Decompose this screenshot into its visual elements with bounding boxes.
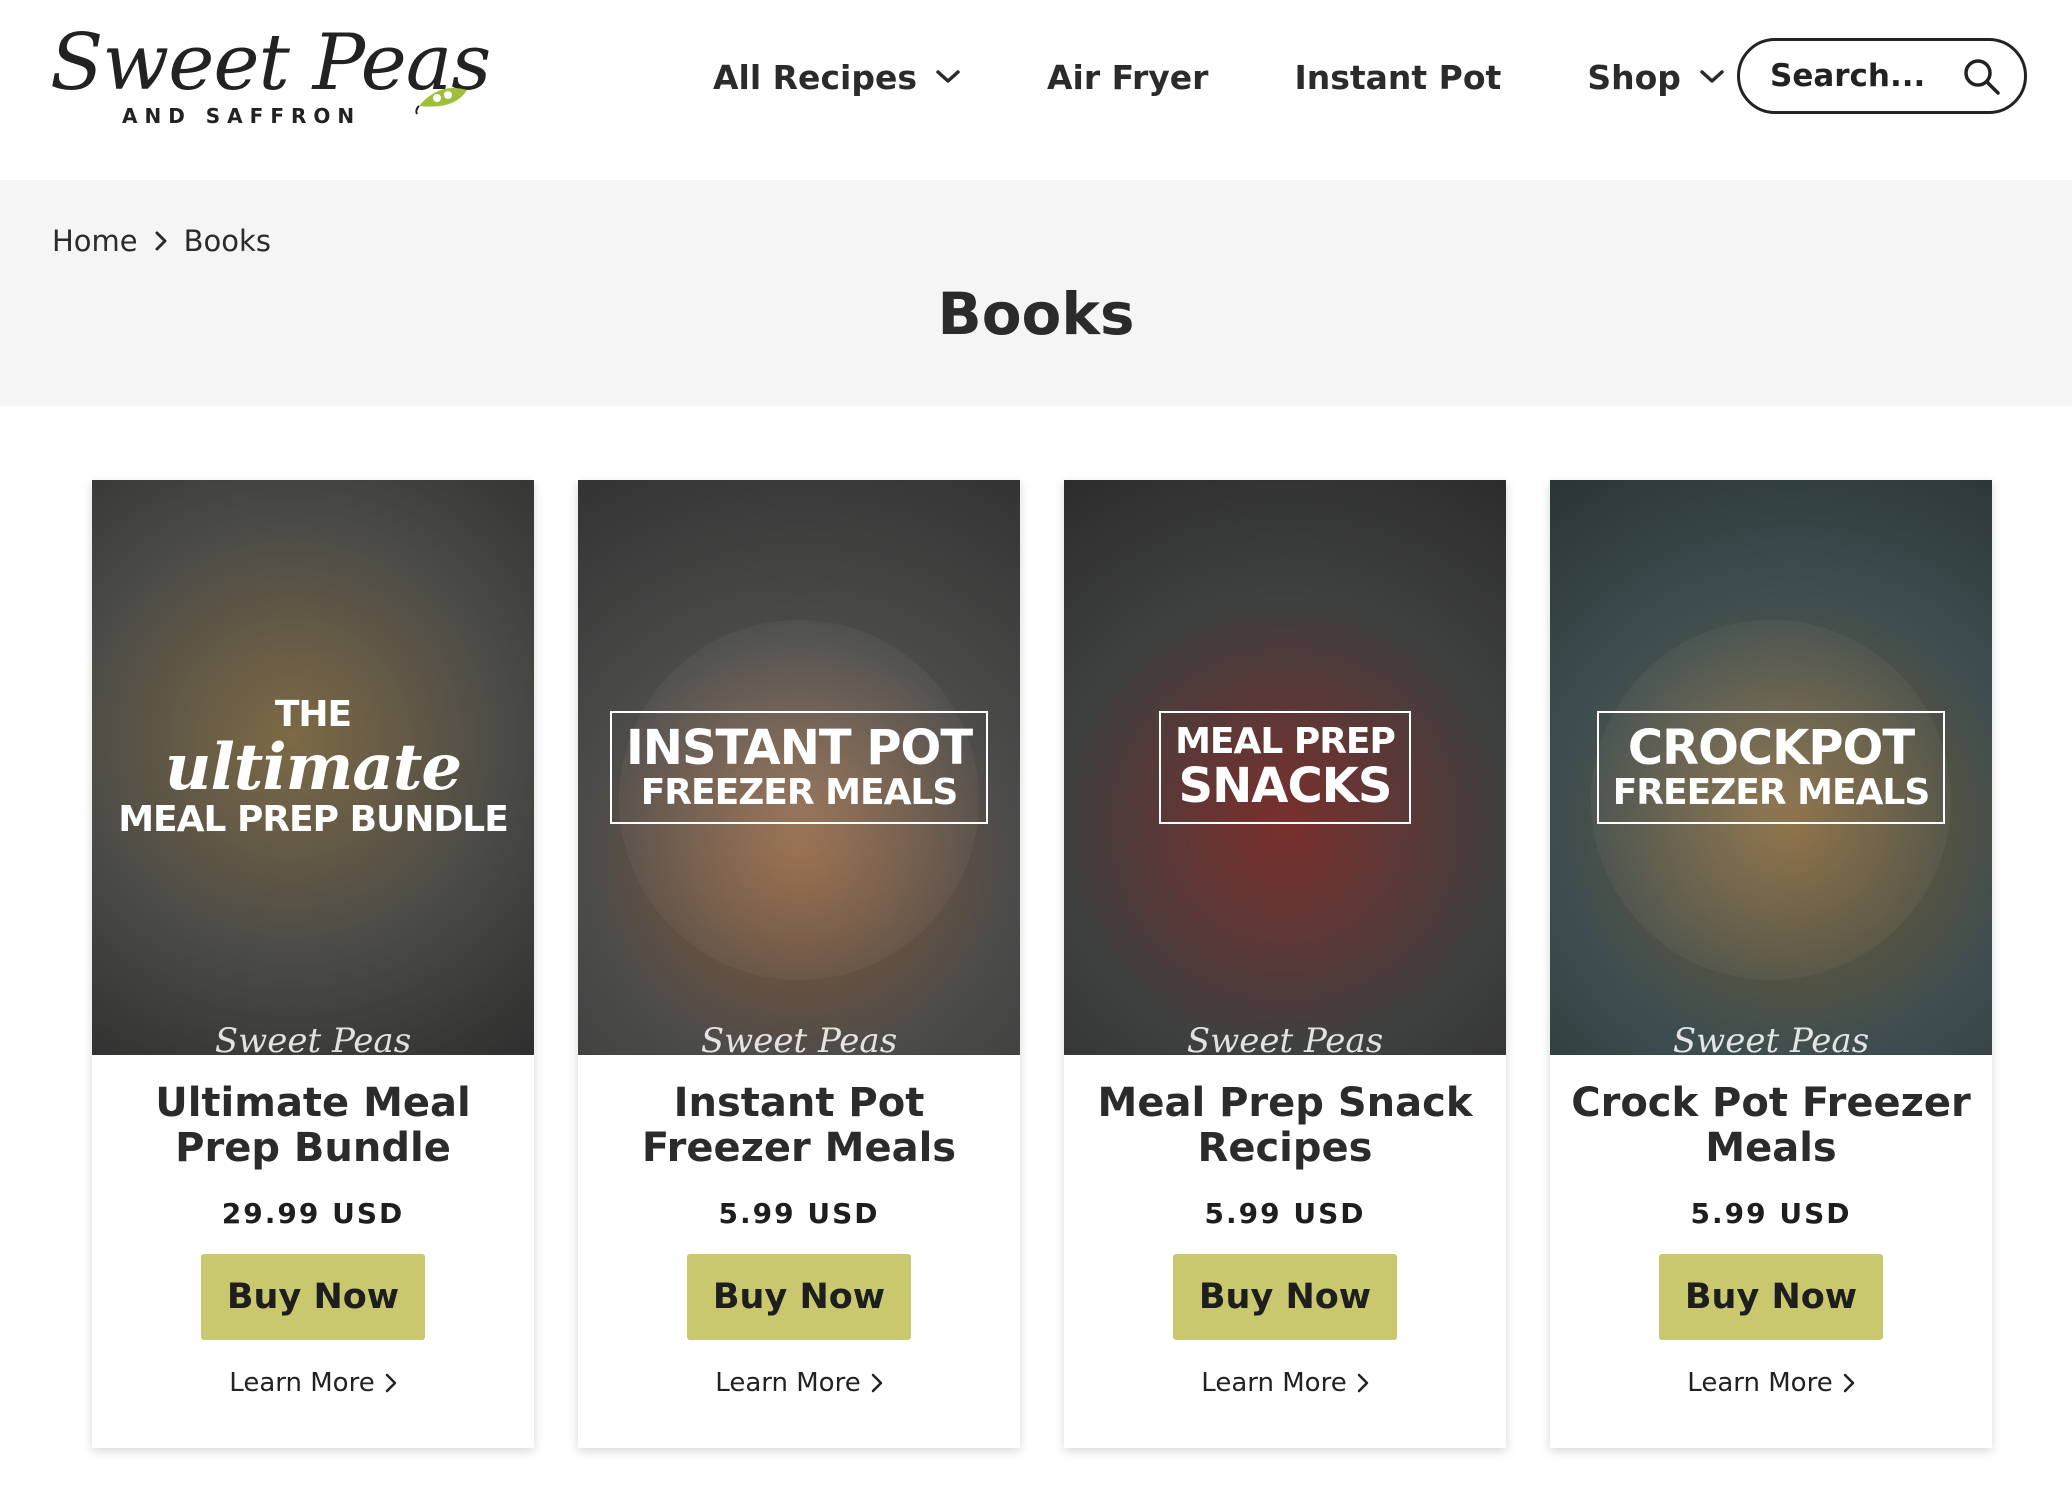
product-title: Ultimate Meal Prep Bundle: [155, 1080, 471, 1171]
page-title: Books: [937, 280, 1135, 348]
cover-line: MEAL PREP: [1175, 721, 1396, 763]
site-header: Sweet Peas AND SAFFRON All Recipes Air F…: [0, 0, 2072, 180]
product-cover-image[interactable]: INSTANT POT FREEZER MEALS Sweet Peas: [578, 480, 1020, 1055]
learn-more-label: Learn More: [715, 1367, 861, 1398]
product-card: THE ultimate MEAL PREP BUNDLE Sweet Peas…: [92, 480, 534, 1448]
cover-line: FREEZER MEALS: [640, 771, 959, 813]
logo-subtitle: AND SAFFRON: [122, 104, 362, 128]
cover-brand-watermark: Sweet Peas: [1672, 1021, 1870, 1055]
chevron-right-icon: [1357, 1373, 1368, 1392]
product-price: 29.99 USD: [221, 1196, 405, 1230]
cover-line: ultimate: [164, 729, 462, 805]
nav-item-label: All Recipes: [713, 57, 917, 97]
nav-item-air-fryer[interactable]: Air Fryer: [1047, 58, 1209, 97]
chevron-right-icon: [155, 231, 167, 251]
product-title: Instant Pot Freezer Meals: [641, 1080, 957, 1171]
cover-title: CROCKPOT FREEZER MEALS: [1596, 711, 1946, 824]
nav-item-shop[interactable]: Shop: [1587, 58, 1725, 97]
product-cover-image[interactable]: MEAL PREP SNACKS Sweet Peas: [1064, 480, 1506, 1055]
search-input[interactable]: [1768, 57, 1962, 95]
product-card: INSTANT POT FREEZER MEALS Sweet Peas Ins…: [578, 480, 1020, 1448]
breadcrumb-home-link[interactable]: Home: [52, 224, 138, 258]
cover-title: MEAL PREP SNACKS: [1159, 711, 1411, 824]
product-title: Meal Prep Snack Recipes: [1097, 1080, 1473, 1171]
learn-more-label: Learn More: [1687, 1367, 1833, 1398]
cover-line: FREEZER MEALS: [1612, 771, 1931, 813]
product-grid: THE ultimate MEAL PREP BUNDLE Sweet Peas…: [92, 480, 1992, 1448]
chevron-right-icon: [385, 1373, 396, 1392]
product-cover-image[interactable]: CROCKPOT FREEZER MEALS Sweet Peas: [1550, 480, 1992, 1055]
chevron-down-icon: [1700, 70, 1724, 83]
cover-brand-watermark: Sweet Peas: [700, 1021, 898, 1055]
breadcrumb: Home Books: [52, 224, 271, 258]
cover-line: CROCKPOT: [1627, 720, 1915, 777]
buy-now-button[interactable]: Buy Now: [687, 1253, 911, 1340]
cover-brand-watermark: Sweet Peas: [1186, 1021, 1384, 1055]
site-logo[interactable]: Sweet Peas AND SAFFRON: [50, 24, 491, 134]
pea-pod-icon: [415, 88, 467, 115]
nav-item-label: Instant Pot: [1294, 57, 1502, 97]
cover-line: INSTANT POT: [625, 720, 973, 777]
cover-line: MEAL PREP BUNDLE: [118, 799, 509, 841]
product-card: CROCKPOT FREEZER MEALS Sweet Peas Crock …: [1550, 480, 1992, 1448]
product-card: MEAL PREP SNACKS Sweet Peas Meal Prep Sn…: [1064, 480, 1506, 1448]
product-title: Crock Pot Freezer Meals: [1571, 1080, 1971, 1171]
chevron-right-icon: [1843, 1373, 1854, 1392]
main-nav: All Recipes Air Fryer Instant Pot Shop: [713, 52, 1725, 102]
learn-more-link[interactable]: Learn More: [229, 1368, 396, 1398]
product-price: 5.99 USD: [1204, 1196, 1366, 1230]
nav-item-label: Shop: [1587, 57, 1681, 97]
buy-now-button[interactable]: Buy Now: [201, 1253, 425, 1340]
learn-more-label: Learn More: [229, 1367, 375, 1398]
nav-item-all-recipes[interactable]: All Recipes: [713, 58, 961, 97]
nav-item-label: Air Fryer: [1046, 57, 1209, 97]
page-header-band: Home Books Books: [0, 180, 2072, 406]
buy-now-button[interactable]: Buy Now: [1659, 1253, 1883, 1340]
learn-more-link[interactable]: Learn More: [715, 1368, 882, 1398]
product-price: 5.99 USD: [1690, 1196, 1852, 1230]
nav-item-instant-pot[interactable]: Instant Pot: [1294, 58, 1501, 97]
breadcrumb-current: Books: [183, 224, 271, 258]
product-price: 5.99 USD: [718, 1196, 880, 1230]
cover-brand-watermark: Sweet Peas: [214, 1021, 412, 1055]
cover-title: INSTANT POT FREEZER MEALS: [609, 711, 989, 824]
learn-more-link[interactable]: Learn More: [1201, 1368, 1368, 1398]
cover-title: THE ultimate MEAL PREP BUNDLE: [104, 686, 522, 849]
product-cover-image[interactable]: THE ultimate MEAL PREP BUNDLE Sweet Peas: [92, 480, 534, 1055]
chevron-down-icon: [936, 70, 960, 83]
search-icon[interactable]: [1962, 57, 2002, 97]
cover-line: THE: [274, 694, 352, 736]
search-box[interactable]: [1737, 38, 2027, 114]
cover-line: SNACKS: [1178, 758, 1393, 815]
buy-now-button[interactable]: Buy Now: [1173, 1253, 1397, 1340]
chevron-right-icon: [871, 1373, 882, 1392]
learn-more-link[interactable]: Learn More: [1687, 1368, 1854, 1398]
learn-more-label: Learn More: [1201, 1367, 1347, 1398]
